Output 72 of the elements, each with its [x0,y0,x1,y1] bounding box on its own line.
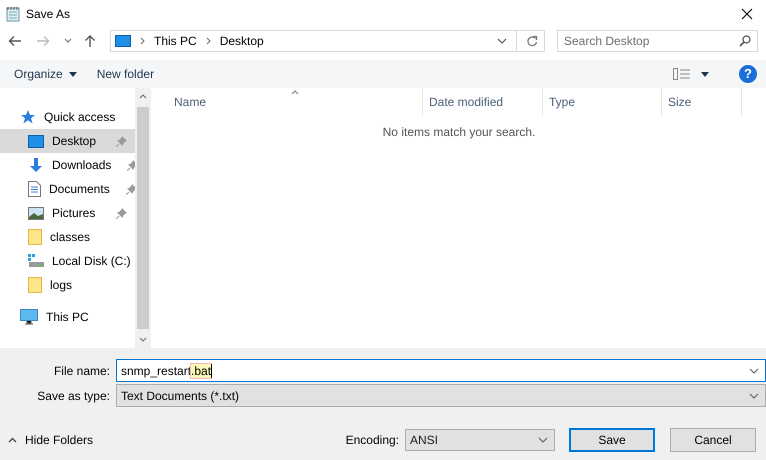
folder-icon [28,229,42,245]
caret-icon[interactable] [701,72,709,76]
chevron-down-icon[interactable] [139,337,147,342]
save-button[interactable]: Save [569,428,655,452]
sidebar-label: Quick access [44,110,116,124]
drive-icon [28,254,44,268]
close-icon[interactable] [741,8,753,20]
column-header[interactable]: Date modified [423,88,543,116]
breadcrumb[interactable]: Desktop [220,34,264,48]
sidebar-item[interactable]: Pictures [0,201,135,225]
back-arrow-icon[interactable] [8,35,22,47]
sidebar-label: Desktop [52,134,96,148]
sidebar-item[interactable]: Desktop [0,129,135,153]
empty-message: No items match your search. [382,125,536,139]
encoding-label: Encoding: [346,433,399,447]
sidebar-label: Pictures [52,206,96,220]
sidebar-label: Downloads [52,158,112,172]
new-folder-button[interactable]: New folder [88,64,162,84]
notepad-icon [6,6,20,22]
sidebar-label: This PC [46,310,89,324]
chevron-up-icon[interactable] [139,94,147,99]
search-field[interactable]: Search Desktop [557,30,758,52]
refresh-icon[interactable] [526,35,538,47]
sidebar-item[interactable]: Documents [0,177,135,201]
column-header[interactable]: Type [543,88,662,116]
view-options-icon[interactable] [673,68,691,80]
sidebar-label: Local Disk (C:) [52,254,131,268]
chevron-down-icon [749,392,759,398]
sidebar-label: classes [50,230,90,244]
chevron-down-icon[interactable] [64,38,72,44]
star-icon [20,109,36,125]
file-name-field[interactable]: snmp_restart.bat [116,359,766,382]
download-arrow-icon [28,157,44,173]
help-button[interactable]: ? [739,65,757,83]
chevron-up-icon [8,437,17,443]
field-label: File name: [52,364,110,378]
chevron-down-icon[interactable] [749,368,759,374]
hide-folders-button[interactable]: Hide Folders [0,431,100,449]
chevron-down-icon[interactable] [497,38,507,44]
sidebar-item[interactable]: This PC [0,305,135,329]
chevron-down-icon [538,437,548,443]
address-bar[interactable]: This PC Desktop [110,30,545,52]
search-icon [739,35,751,47]
scrollbar-thumb[interactable] [137,107,149,329]
breadcrumb[interactable]: This PC [154,34,197,48]
picture-icon [28,206,44,220]
organize-button[interactable]: Organize [6,64,85,84]
sort-caret-icon [291,90,299,95]
chevron-right-icon [206,37,211,45]
up-arrow-icon[interactable] [84,34,96,48]
sidebar-item[interactable]: logs [0,273,135,297]
column-header[interactable]: Name [168,88,423,116]
cancel-button[interactable]: Cancel [670,428,756,452]
sidebar-item[interactable]: Local Disk (C:) [0,249,135,273]
sidebar-item[interactable]: Downloads [0,153,135,177]
monitor-icon [28,134,44,148]
window-title: Save As [26,7,70,21]
caret-icon [68,72,77,76]
document-icon [28,181,41,197]
chevron-right-icon [140,37,145,45]
sidebar-item[interactable]: classes [0,225,135,249]
file-type-dropdown[interactable]: Text Documents (*.txt) [116,384,766,407]
folder-icon [28,277,42,293]
scrollbar[interactable] [135,88,151,348]
column-header[interactable]: Size [662,88,742,116]
sidebar-label: Documents [49,182,110,196]
monitor-icon [115,35,131,47]
field-label: Save as type: [36,388,110,402]
encoding-dropdown[interactable]: ANSI [405,429,555,451]
computer-icon [20,309,38,325]
sidebar-label: logs [50,278,72,292]
sidebar-item[interactable]: Quick access [0,105,135,129]
